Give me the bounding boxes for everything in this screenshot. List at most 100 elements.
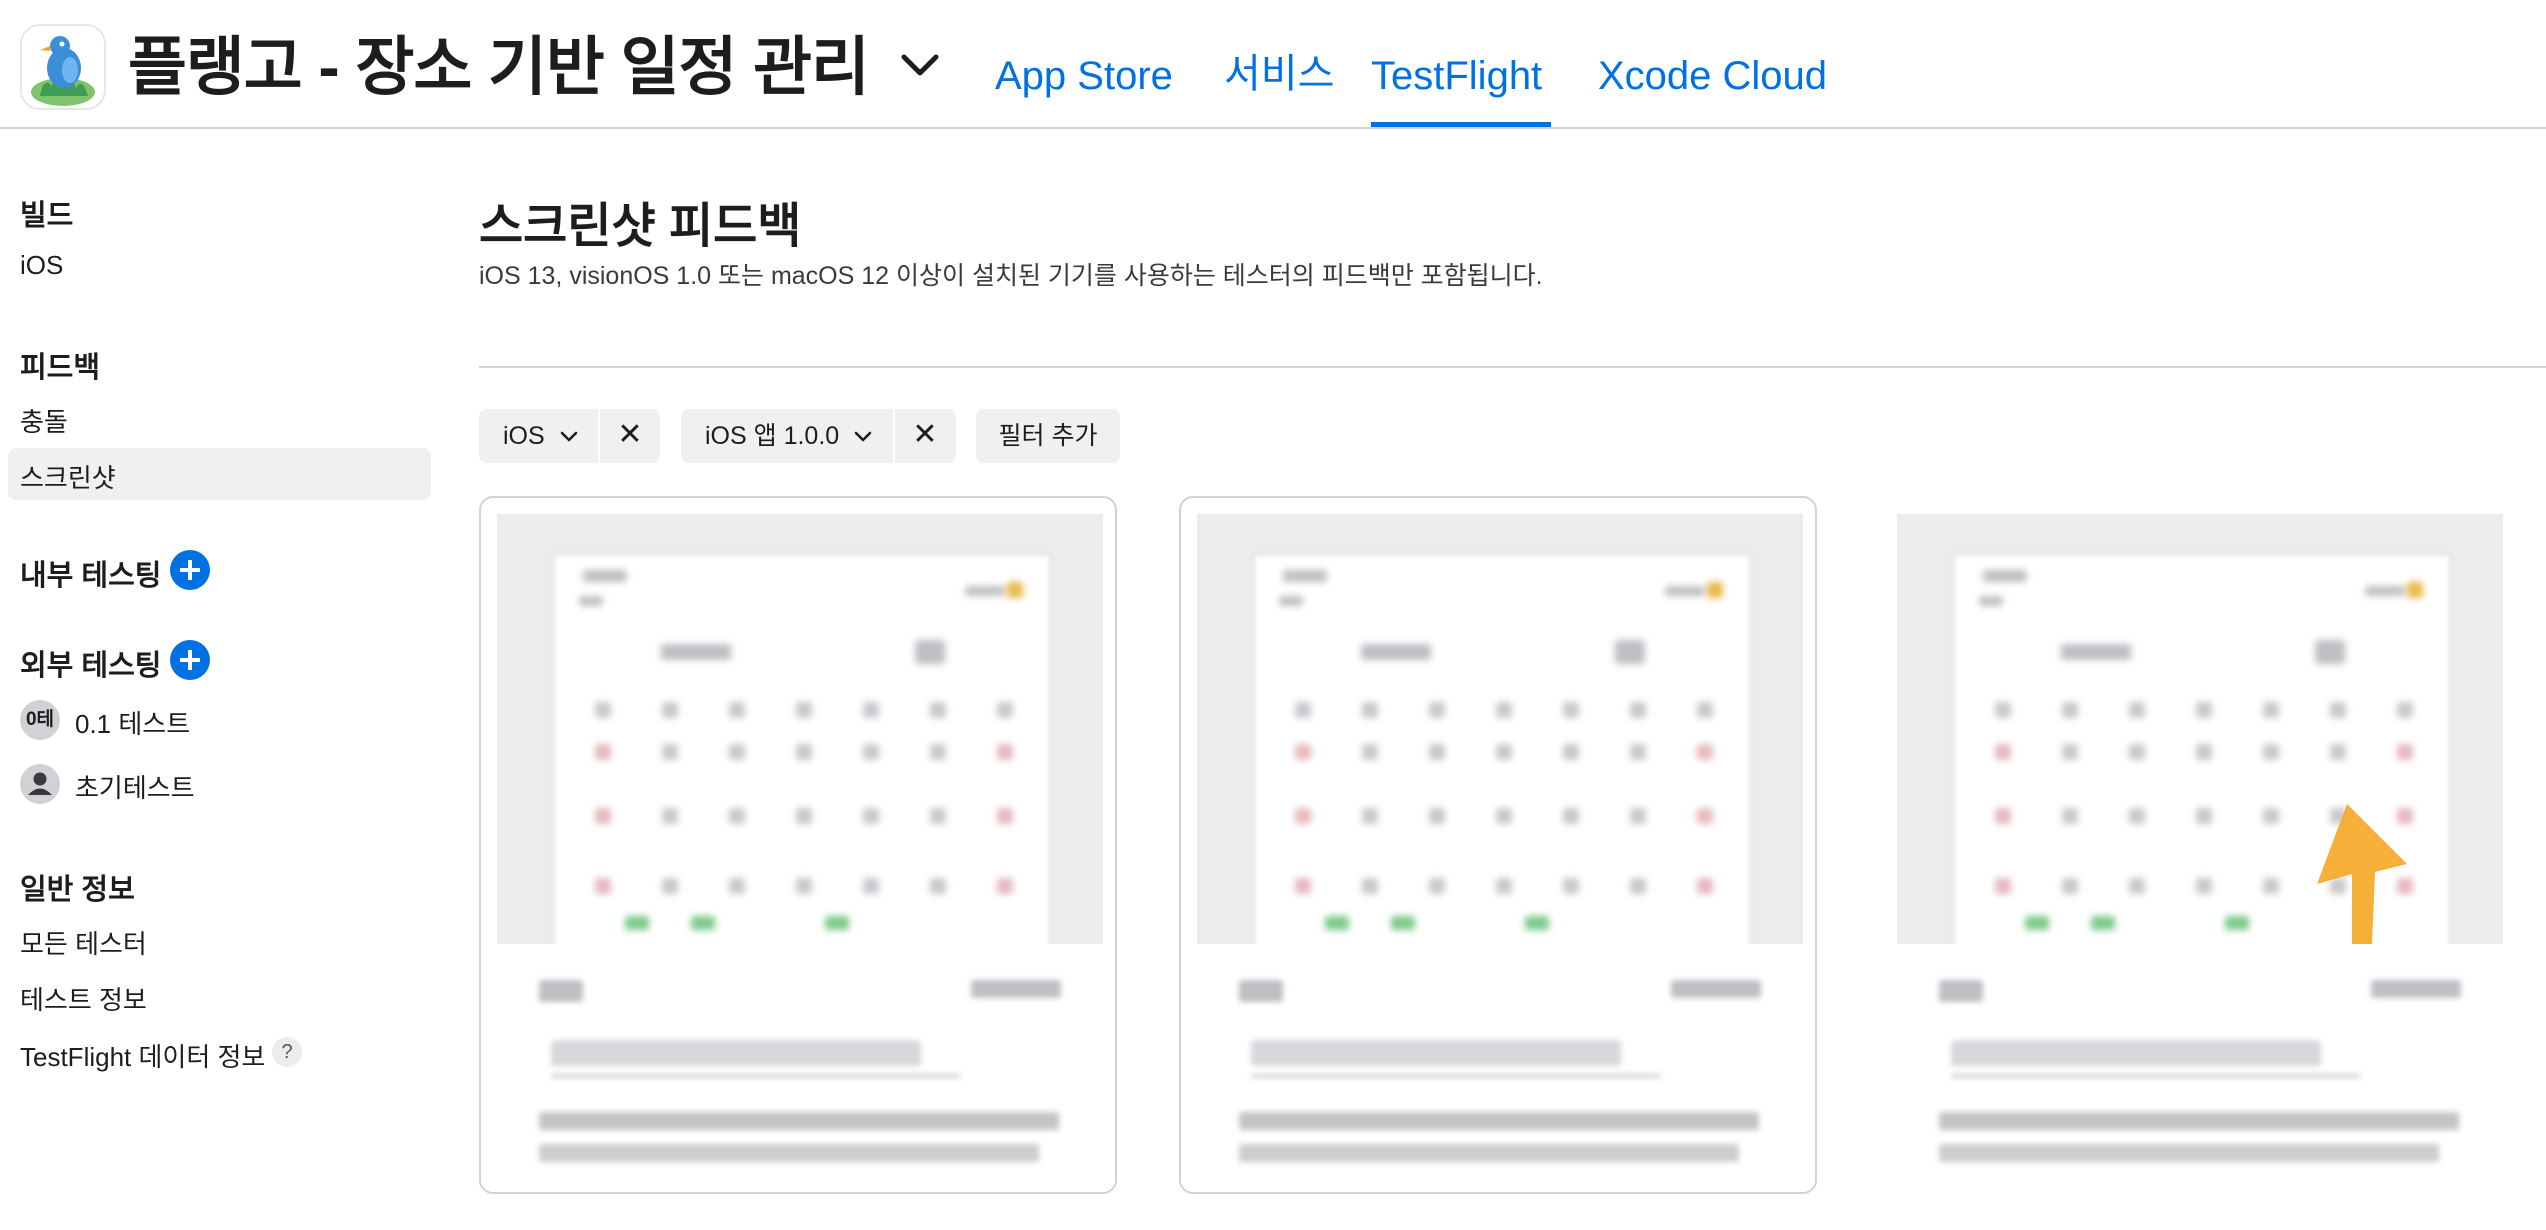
- sidebar-item-group-early-test[interactable]: 초기테스트: [75, 768, 195, 805]
- blurred-placeholder: [2091, 916, 2115, 930]
- sidebar-heading-internal-testing[interactable]: 내부 테스팅: [20, 552, 161, 594]
- tab-services[interactable]: 서비스: [1224, 46, 1334, 102]
- blurred-placeholder: [662, 702, 678, 718]
- chevron-down-icon: [854, 432, 872, 442]
- blurred-placeholder: [2129, 702, 2145, 718]
- chevron-down-icon[interactable]: [898, 50, 942, 80]
- sidebar-heading-builds: 빌드: [20, 200, 74, 232]
- blurred-placeholder: [971, 980, 1061, 998]
- sidebar-item-crashes[interactable]: 충돌: [20, 402, 68, 439]
- blurred-placeholder: [662, 878, 678, 894]
- blurred-placeholder: [1995, 808, 2011, 824]
- blurred-placeholder: [2062, 808, 2078, 824]
- blurred-placeholder: [2196, 878, 2212, 894]
- remove-filter-version-button[interactable]: ✕: [897, 409, 953, 463]
- blurred-placeholder: [1630, 702, 1646, 718]
- add-internal-group-button[interactable]: [170, 550, 210, 590]
- feedback-card[interactable]: [1179, 496, 1817, 1194]
- group-avatar-initials: 0테: [25, 709, 55, 730]
- blurred-placeholder: [1939, 1144, 2439, 1162]
- blurred-placeholder: [2062, 878, 2078, 894]
- blurred-placeholder: [2196, 702, 2212, 718]
- filter-platform-dropdown[interactable]: iOS: [503, 409, 578, 463]
- blurred-placeholder: [863, 702, 879, 718]
- blurred-placeholder: [915, 640, 945, 664]
- blurred-placeholder: [1951, 1074, 2361, 1078]
- blurred-placeholder: [662, 808, 678, 824]
- blurred-placeholder: [579, 596, 603, 606]
- remove-filter-platform-button[interactable]: ✕: [602, 409, 658, 463]
- blurred-placeholder: [2129, 878, 2145, 894]
- blurred-placeholder: [1563, 808, 1579, 824]
- app-icon: [20, 24, 106, 110]
- sidebar-item-group-0-1-test[interactable]: 0.1 테스트: [75, 704, 190, 741]
- blurred-placeholder: [625, 916, 649, 930]
- blurred-placeholder: [1939, 1112, 2459, 1130]
- blurred-placeholder: [1279, 596, 1303, 606]
- page-title: 스크린샷 피드백: [479, 200, 802, 253]
- screenshot-thumbnail: [497, 514, 1103, 960]
- blurred-placeholder: [2225, 916, 2249, 930]
- add-filter-button[interactable]: 필터 추가: [976, 409, 1120, 463]
- blurred-placeholder: [729, 878, 745, 894]
- blurred-placeholder: [2263, 808, 2279, 824]
- tab-xcode-cloud[interactable]: Xcode Cloud: [1598, 48, 1827, 104]
- blurred-placeholder: [1630, 744, 1646, 760]
- sidebar-item-all-testers[interactable]: 모든 테스터: [20, 924, 147, 961]
- blurred-placeholder: [1525, 916, 1549, 930]
- tab-testflight[interactable]: TestFlight: [1371, 48, 1542, 104]
- filter-version-dropdown[interactable]: iOS 앱 1.0.0: [705, 409, 872, 463]
- add-external-group-button[interactable]: [170, 640, 210, 680]
- blurred-placeholder: [1496, 702, 1512, 718]
- divider: [479, 366, 2546, 368]
- feedback-card[interactable]: [1879, 496, 2519, 1194]
- sidebar-item-ios[interactable]: iOS: [20, 250, 63, 281]
- blurred-placeholder: [1362, 702, 1378, 718]
- blurred-placeholder: [551, 1040, 921, 1066]
- filter-platform-label: iOS: [503, 422, 545, 450]
- feedback-card[interactable]: [479, 496, 1117, 1194]
- blurred-placeholder: [1563, 878, 1579, 894]
- blurred-placeholder: [729, 808, 745, 824]
- blurred-placeholder: [595, 702, 611, 718]
- sidebar-item-screenshots[interactable]: 스크린샷: [20, 458, 116, 495]
- sidebar-heading-feedback: 피드백: [20, 352, 101, 384]
- blurred-placeholder: [997, 702, 1013, 718]
- tab-app-store[interactable]: App Store: [995, 48, 1173, 104]
- blurred-placeholder: [1239, 1144, 1739, 1162]
- filter-chip-platform: iOS ✕: [479, 409, 660, 463]
- app-title[interactable]: 플랭고 - 장소 기반 일정 관리: [128, 22, 870, 112]
- blurred-placeholder: [796, 744, 812, 760]
- card-details-blurred: [1881, 944, 2517, 1192]
- filter-version-label: iOS 앱 1.0.0: [705, 422, 840, 450]
- sidebar-item-test-info[interactable]: 테스트 정보: [20, 980, 147, 1017]
- blurred-placeholder: [930, 744, 946, 760]
- blurred-placeholder: [796, 808, 812, 824]
- sidebar-heading-external-testing[interactable]: 외부 테스팅: [20, 642, 161, 684]
- blurred-placeholder: [539, 980, 583, 1002]
- blurred-placeholder: [2315, 640, 2345, 664]
- blurred-placeholder: [930, 878, 946, 894]
- help-icon[interactable]: ?: [272, 1037, 302, 1067]
- blurred-placeholder: [997, 744, 1013, 760]
- blurred-placeholder: [1630, 878, 1646, 894]
- blurred-placeholder: [2330, 702, 2346, 718]
- blurred-placeholder: [1630, 808, 1646, 824]
- group-avatar: 0테: [20, 700, 60, 740]
- blurred-placeholder: [1697, 878, 1713, 894]
- blurred-placeholder: [1995, 702, 2011, 718]
- blurred-placeholder: [2196, 744, 2212, 760]
- blurred-placeholder: [2397, 744, 2413, 760]
- blurred-placeholder: [661, 644, 731, 660]
- blurred-placeholder: [863, 744, 879, 760]
- blurred-placeholder: [1283, 570, 1327, 582]
- blurred-placeholder: [1295, 702, 1311, 718]
- blurred-placeholder: [595, 878, 611, 894]
- blurred-placeholder: [1295, 744, 1311, 760]
- blurred-placeholder: [1429, 744, 1445, 760]
- blurred-placeholder: [997, 808, 1013, 824]
- sidebar-item-testflight-data-info[interactable]: TestFlight 데이터 정보: [20, 1037, 265, 1074]
- blurred-placeholder: [2062, 744, 2078, 760]
- page-subtitle: iOS 13, visionOS 1.0 또는 macOS 12 이상이 설치된…: [479, 262, 1543, 290]
- blurred-placeholder: [2371, 980, 2461, 998]
